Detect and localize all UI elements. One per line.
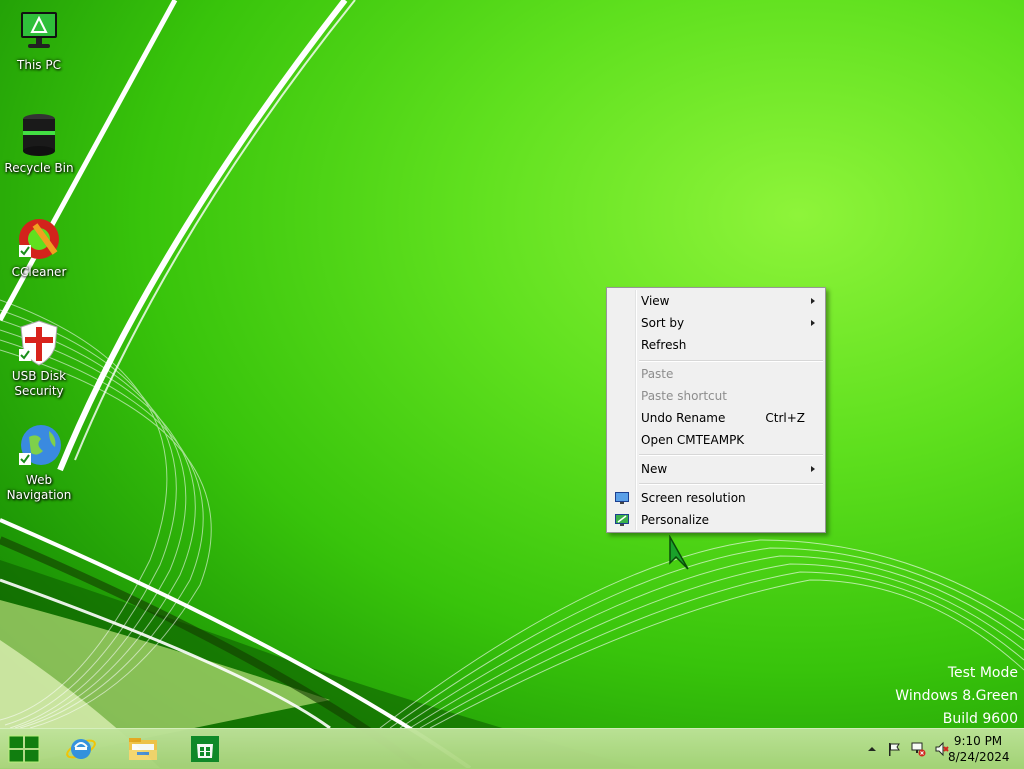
- desktop-icon-ccleaner[interactable]: CCleaner: [1, 215, 77, 280]
- menu-item-personalize[interactable]: Personalize: [609, 509, 823, 531]
- desktop-icon-label: This PC: [17, 58, 61, 72]
- watermark-line: Windows 8.Green: [895, 688, 1018, 704]
- start-icon: [8, 735, 40, 763]
- submenu-arrow-icon: [811, 298, 815, 304]
- internet-explorer-icon: [66, 739, 96, 759]
- network-icon[interactable]: [910, 741, 926, 757]
- menu-item-shortcut: Ctrl+Z: [765, 411, 805, 425]
- menu-item-screen-resolution[interactable]: Screen resolution: [609, 487, 823, 509]
- submenu-arrow-icon: [811, 466, 815, 472]
- menu-item-label: Refresh: [641, 338, 687, 352]
- wallpaper: [0, 0, 1024, 768]
- taskbar: 9:10 PM 8/24/2024: [0, 728, 1024, 769]
- menu-item-new[interactable]: New: [609, 458, 823, 480]
- desktop-icon-label: Web Navigation: [6, 473, 72, 502]
- menu-item-paste[interactable]: Paste: [609, 363, 823, 385]
- store-icon: [191, 736, 219, 762]
- desktop-icon-web-navigation[interactable]: Web Navigation: [1, 423, 77, 503]
- globe-icon: [15, 423, 63, 471]
- menu-item-label: Sort by: [641, 316, 685, 330]
- menu-separator: [639, 454, 823, 456]
- menu-item-label: Paste shortcut: [641, 389, 727, 403]
- ccleaner-icon: [15, 215, 63, 263]
- desktop-icon-usb-disk-security[interactable]: USB Disk Security: [1, 319, 77, 399]
- menu-separator: [639, 483, 823, 485]
- recycle-bin-icon: [15, 111, 63, 159]
- file-explorer-icon: [129, 738, 157, 760]
- submenu-arrow-icon: [811, 320, 815, 326]
- taskbar-file-explorer[interactable]: [121, 731, 165, 767]
- test-mode-watermark: Test Mode Windows 8.Green Build 9600: [895, 662, 1018, 731]
- menu-item-label: Personalize: [641, 513, 710, 527]
- menu-item-label: Screen resolution: [641, 491, 746, 505]
- menu-item-refresh[interactable]: Refresh: [609, 334, 823, 356]
- menu-item-open[interactable]: Open CMTEAMPK: [609, 429, 823, 451]
- desktop-icon-label: Recycle Bin: [4, 161, 74, 175]
- desktop-context-menu: View Sort by Refresh Paste Paste shortcu…: [606, 287, 826, 533]
- menu-item-sort-by[interactable]: Sort by: [609, 312, 823, 334]
- menu-item-label: Paste: [641, 367, 674, 381]
- action-center-flag-icon[interactable]: [886, 741, 902, 757]
- taskbar-store[interactable]: [183, 731, 227, 767]
- menu-item-label: New: [641, 462, 668, 476]
- menu-item-paste-shortcut[interactable]: Paste shortcut: [609, 385, 823, 407]
- desktop-icon-recycle-bin[interactable]: Recycle Bin: [1, 111, 77, 176]
- menu-item-label: Open CMTEAMPK: [641, 433, 745, 447]
- desktop-icon-label: CCleaner: [11, 265, 67, 279]
- clock-date: 8/24/2024: [948, 750, 1010, 764]
- menu-item-label: View: [641, 294, 670, 308]
- monitor-icon: [15, 8, 63, 56]
- menu-item-undo-rename[interactable]: Undo Rename Ctrl+Z: [609, 407, 823, 429]
- mouse-cursor-icon: [669, 535, 689, 570]
- clock-time: 9:10 PM: [953, 734, 1003, 748]
- menu-separator: [639, 360, 823, 362]
- menu-item-label: Undo Rename: [641, 411, 726, 425]
- taskbar-internet-explorer[interactable]: [59, 731, 103, 767]
- screen-resolution-icon: [615, 492, 629, 504]
- show-hidden-icons-icon[interactable]: [864, 741, 880, 757]
- system-tray: 9:10 PM 8/24/2024: [844, 729, 1024, 769]
- menu-item-view[interactable]: View: [609, 290, 823, 312]
- personalize-icon: [615, 514, 629, 526]
- taskbar-clock[interactable]: 9:10 PM 8/24/2024: [948, 733, 1010, 765]
- desktop-icon-label: USB Disk Security: [11, 369, 67, 398]
- shield-icon: [15, 319, 63, 367]
- desktop-icon-this-pc[interactable]: This PC: [1, 8, 77, 73]
- start-button[interactable]: [2, 731, 46, 767]
- watermark-line: Test Mode: [947, 665, 1018, 681]
